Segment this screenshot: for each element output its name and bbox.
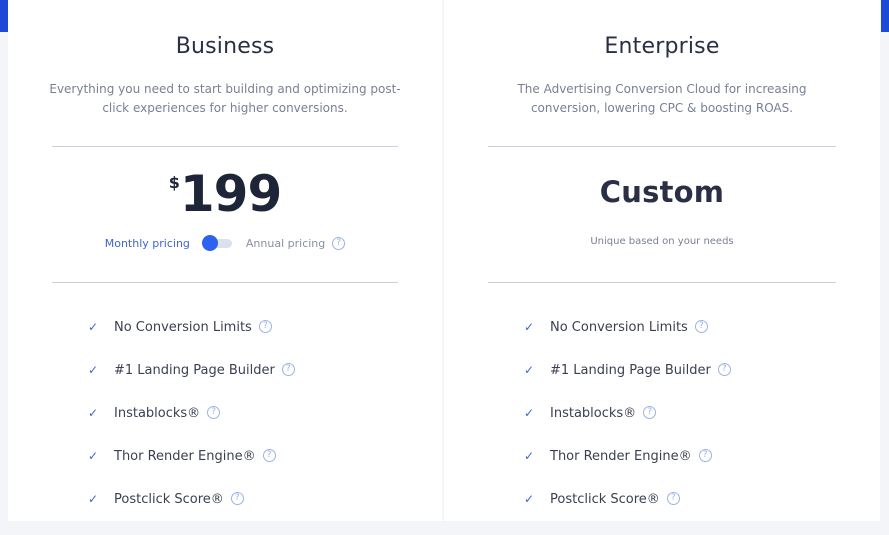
- plan-title: Enterprise: [604, 34, 720, 59]
- price-amount: 199: [179, 165, 282, 223]
- feature-label: Instablocks®: [550, 406, 637, 421]
- feature-item: ✓ #1 Landing Page Builder?: [88, 363, 422, 406]
- feature-label: Thor Render Engine®: [114, 449, 256, 464]
- feature-label: #1 Landing Page Builder: [550, 363, 711, 378]
- divider: [52, 282, 398, 283]
- question-circle-icon[interactable]: ?: [717, 363, 731, 376]
- feature-item: ✓ Instablocks®?: [88, 406, 422, 449]
- divider: [488, 146, 836, 147]
- plan-title: Business: [175, 34, 275, 59]
- question-circle-icon[interactable]: ?: [281, 363, 295, 376]
- feature-item: ✓ #1 Landing Page Builder?: [524, 363, 860, 406]
- page-accent-left: [0, 0, 8, 32]
- annual-pricing-label[interactable]: Annual pricing: [246, 237, 325, 250]
- divider: [52, 146, 398, 147]
- plan-price-custom: Custom: [599, 175, 725, 209]
- check-icon: ✓: [524, 363, 535, 377]
- check-icon: ✓: [524, 406, 535, 420]
- question-circle-icon[interactable]: ?: [207, 406, 221, 419]
- question-circle-icon[interactable]: ?: [698, 449, 712, 462]
- feature-item: ✓ Postclick Score®?: [524, 492, 860, 535]
- feature-label: Postclick Score®: [114, 492, 224, 507]
- feature-item: ✓ Instablocks®?: [524, 406, 860, 449]
- feature-item: ✓ Thor Render Engine®?: [88, 449, 422, 492]
- plan-card-business: Business Everything you need to start bu…: [8, 0, 442, 521]
- question-circle-icon[interactable]: ?: [332, 236, 346, 250]
- check-icon: ✓: [524, 449, 535, 463]
- question-circle-icon[interactable]: ?: [694, 320, 708, 333]
- monthly-pricing-label[interactable]: Monthly pricing: [105, 237, 190, 250]
- feature-item: ✓ No Conversion Limits?: [524, 320, 860, 363]
- feature-item: ✓ No Conversion Limits?: [88, 320, 422, 363]
- billing-toggle-switch[interactable]: [201, 235, 234, 251]
- feature-label: Postclick Score®: [550, 492, 660, 507]
- plan-price: $199: [8, 165, 442, 223]
- feature-item: ✓ Thor Render Engine®?: [524, 449, 860, 492]
- feature-list: ✓ No Conversion Limits? ✓ #1 Landing Page …: [524, 320, 860, 535]
- check-icon: ✓: [524, 320, 535, 334]
- billing-toggle-row: Monthly pricing Annual pricing ?: [8, 235, 442, 251]
- feature-label: No Conversion Limits: [114, 320, 252, 335]
- question-circle-icon[interactable]: ?: [262, 449, 276, 462]
- check-icon: ✓: [88, 363, 99, 377]
- feature-label: Thor Render Engine®: [550, 449, 692, 464]
- plan-description: Everything you need to start building an…: [49, 82, 401, 115]
- price-note: Unique based on your needs: [590, 236, 734, 247]
- toggle-knob[interactable]: [201, 235, 218, 251]
- feature-label: No Conversion Limits: [550, 320, 688, 335]
- divider: [488, 282, 836, 283]
- check-icon: ✓: [88, 449, 99, 463]
- feature-label: #1 Landing Page Builder: [114, 363, 275, 378]
- check-icon: ✓: [88, 320, 99, 334]
- feature-label: Instablocks®: [114, 406, 201, 421]
- price-currency: $: [168, 173, 180, 192]
- feature-item: ✓ Postclick Score®?: [88, 492, 422, 535]
- feature-list: ✓ No Conversion Limits? ✓ #1 Landing Page …: [88, 320, 422, 535]
- check-icon: ✓: [88, 492, 99, 506]
- question-circle-icon[interactable]: ?: [230, 492, 244, 505]
- page-accent-right: [881, 0, 889, 32]
- plan-description: The Advertising Conversion Cloud for inc…: [517, 82, 807, 115]
- check-icon: ✓: [524, 492, 535, 506]
- check-icon: ✓: [88, 406, 99, 420]
- question-circle-icon[interactable]: ?: [643, 406, 657, 419]
- plan-card-enterprise: Enterprise The Advertising Conversion Cl…: [444, 0, 880, 521]
- question-circle-icon[interactable]: ?: [258, 320, 272, 333]
- question-circle-icon[interactable]: ?: [666, 492, 680, 505]
